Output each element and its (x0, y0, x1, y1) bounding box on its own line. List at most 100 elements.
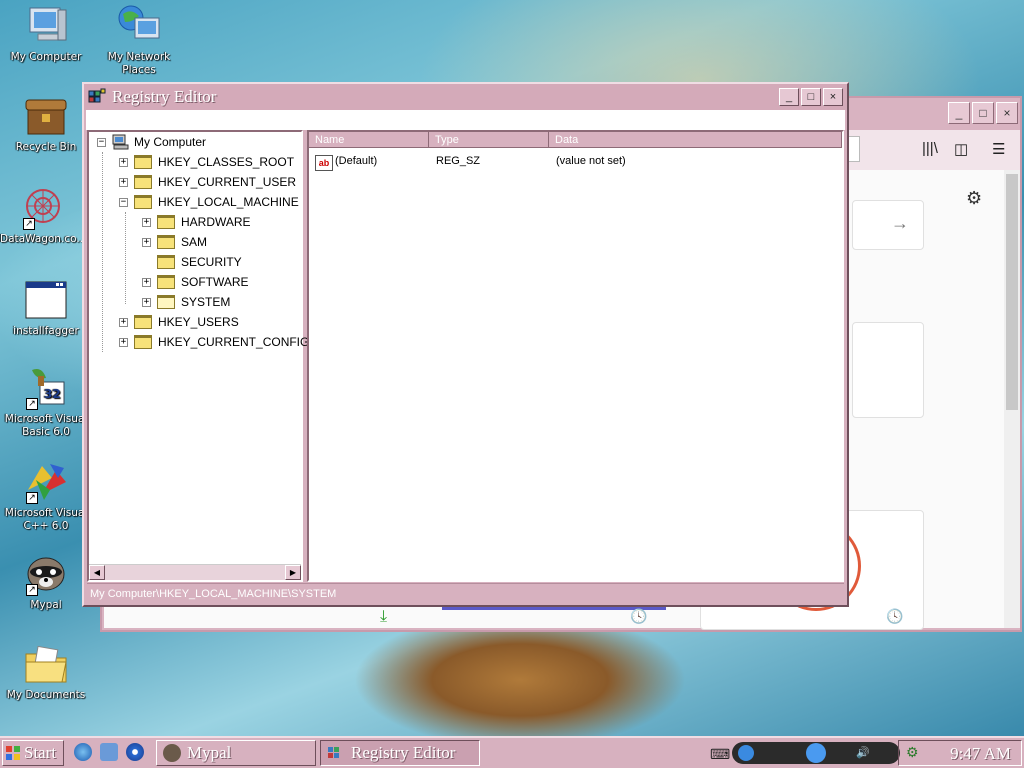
scroll-right-arrow-icon[interactable]: ▶ (285, 565, 301, 580)
folder-icon (134, 335, 152, 349)
settings-gear-icon[interactable]: ⚙ (966, 188, 982, 209)
registry-editor-window[interactable]: Registry Editor _ □ × − My Computer + HK… (82, 82, 849, 607)
desktop-icon-label: Mypal (30, 599, 62, 611)
tree-label: HKEY_CURRENT_USER (158, 175, 297, 189)
datawagon-icon: ↗ (19, 186, 67, 230)
tree-node-my-computer[interactable]: − My Computer (97, 132, 206, 152)
registry-editor-titlebar[interactable]: Registry Editor (84, 84, 847, 110)
task-label: Registry Editor (351, 743, 456, 762)
my-computer-icon (22, 4, 70, 48)
tree-node-hkey-current-user[interactable]: + HKEY_CURRENT_USER (119, 172, 296, 192)
column-header-type[interactable]: Type (429, 132, 549, 148)
desktop-icon-installfagger[interactable]: installfagger (3, 278, 89, 338)
close-button[interactable]: × (996, 102, 1018, 124)
window-controls: _ □ × (779, 88, 843, 106)
tree-node-sam[interactable]: + SAM (142, 232, 207, 252)
visual-basic-icon: 32 ↗ (22, 366, 70, 410)
volume-icon[interactable]: 🔊 (856, 746, 870, 759)
registry-value-row[interactable]: ab (Default) REG_SZ (value not set) (309, 152, 842, 171)
taskbar-button-registry-editor[interactable]: Registry Editor (320, 740, 480, 766)
expand-icon[interactable]: + (119, 157, 128, 167)
search-box[interactable]: → (852, 200, 924, 250)
desktop-icon-my-computer[interactable]: My Computer (3, 4, 89, 64)
maximize-button[interactable]: □ (972, 102, 994, 124)
column-header-data[interactable]: Data (549, 132, 842, 148)
play-icon[interactable] (738, 745, 754, 761)
value-type: REG_SZ (436, 155, 481, 167)
registry-tree-pane[interactable]: − My Computer + HKEY_CLASSES_ROOT + HKEY… (87, 130, 309, 582)
tree-node-hardware[interactable]: + HARDWARE (142, 212, 251, 232)
tree-node-hkey-local-machine[interactable]: − HKEY_LOCAL_MACHINE (119, 192, 299, 212)
scroll-thumb[interactable] (1006, 174, 1018, 410)
maximize-button[interactable]: □ (801, 88, 821, 106)
internet-explorer-icon[interactable] (74, 743, 92, 761)
collapse-icon[interactable]: − (97, 137, 106, 147)
desktop-icon-label: My Network Places (107, 51, 171, 76)
desktop-icon-recycle-bin[interactable]: Recycle Bin (3, 94, 89, 154)
media-player-toolbar[interactable]: 🔊 (732, 742, 900, 764)
tree-connector (102, 152, 103, 352)
desktop-icon-my-documents[interactable]: My Documents (3, 642, 89, 702)
desktop-icon-label: My Documents (6, 689, 86, 701)
expand-icon[interactable]: + (119, 317, 128, 327)
folder-icon (157, 235, 175, 249)
minimize-button[interactable]: _ (948, 102, 970, 124)
desktop-icon-datawagon[interactable]: ↗ DataWagon.co... (0, 186, 86, 246)
svg-text:32: 32 (44, 387, 61, 401)
download-icon[interactable]: ⤓ (380, 608, 387, 626)
tree-horizontal-scrollbar[interactable]: ◀ ▶ (89, 564, 301, 580)
desktop-icon-mypal[interactable]: ↗ Mypal (3, 552, 89, 612)
tree-node-security[interactable]: SECURITY (157, 252, 242, 272)
expand-icon[interactable]: + (119, 337, 128, 347)
menu-bar[interactable] (86, 110, 845, 130)
expand-icon[interactable]: + (142, 237, 151, 247)
keyboard-icon[interactable]: ⌨ (710, 746, 730, 763)
tree-node-hkey-classes-root[interactable]: + HKEY_CLASSES_ROOT (119, 152, 294, 172)
start-button[interactable]: Start (2, 740, 64, 766)
tree-label: SOFTWARE (181, 275, 249, 289)
taskbar: Start Mypal Registry Editor ⌨ 🔊 ⚙ 9:47 A… (0, 736, 1024, 768)
play-pause-icon[interactable] (806, 743, 826, 763)
expand-icon[interactable]: + (119, 177, 128, 187)
expand-icon[interactable]: + (142, 297, 151, 307)
desktop-icon-visual-cpp[interactable]: ↗ Microsoft Visual C++ 6.0 (3, 460, 89, 533)
tree-label: HKEY_LOCAL_MACHINE (158, 195, 299, 209)
registry-editor-icon (328, 747, 339, 758)
my-computer-icon (112, 134, 129, 150)
recycle-bin-icon (22, 94, 70, 138)
expand-icon[interactable]: + (142, 277, 151, 287)
tree-node-system[interactable]: + SYSTEM (142, 292, 230, 312)
close-button[interactable]: × (823, 88, 843, 106)
desktop-icon-label: Microsoft Visual C++ 6.0 (4, 507, 88, 532)
desktop-icon-network-places[interactable]: My Network Places (96, 4, 182, 77)
tree-node-hkey-current-config[interactable]: + HKEY_CURRENT_CONFIG (119, 332, 309, 352)
media-player-icon[interactable] (126, 743, 144, 761)
tree-label: SECURITY (181, 255, 242, 269)
minimize-button[interactable]: _ (779, 88, 799, 106)
taskbar-button-mypal[interactable]: Mypal (156, 740, 316, 766)
column-header-name[interactable]: Name (309, 132, 429, 148)
menu-icon[interactable]: ☰ (992, 140, 1005, 158)
scroll-left-arrow-icon[interactable]: ◀ (89, 565, 105, 580)
my-documents-folder-icon (22, 642, 70, 686)
application-window-icon (22, 278, 70, 322)
content-card (852, 322, 924, 418)
expand-icon[interactable]: + (142, 217, 151, 227)
desktop-icon-visual-basic[interactable]: 32 ↗ Microsoft Visual Basic 6.0 (3, 366, 89, 439)
clock[interactable]: 9:47 AM (950, 744, 1011, 764)
collapse-icon[interactable]: − (119, 197, 128, 207)
arrow-right-icon[interactable]: → (891, 213, 909, 234)
show-desktop-icon[interactable] (100, 743, 118, 761)
registry-values-pane[interactable]: Name Type Data ab (Default) REG_SZ (valu… (307, 130, 844, 582)
tree-label: HKEY_CURRENT_CONFIG (158, 335, 310, 349)
mypal-raccoon-icon (163, 744, 181, 762)
library-icon[interactable]: |||\ (922, 140, 938, 157)
registry-editor-body: − My Computer + HKEY_CLASSES_ROOT + HKEY… (87, 130, 844, 582)
shortcut-arrow-icon: ↗ (26, 492, 38, 504)
sidebar-icon[interactable]: ◫ (954, 140, 968, 158)
tree-label: HARDWARE (181, 215, 251, 229)
browser-window-controls: _ □ × (948, 102, 1018, 124)
tree-node-hkey-users[interactable]: + HKEY_USERS (119, 312, 239, 332)
tree-node-software[interactable]: + SOFTWARE (142, 272, 249, 292)
browser-vertical-scrollbar[interactable] (1004, 170, 1020, 628)
